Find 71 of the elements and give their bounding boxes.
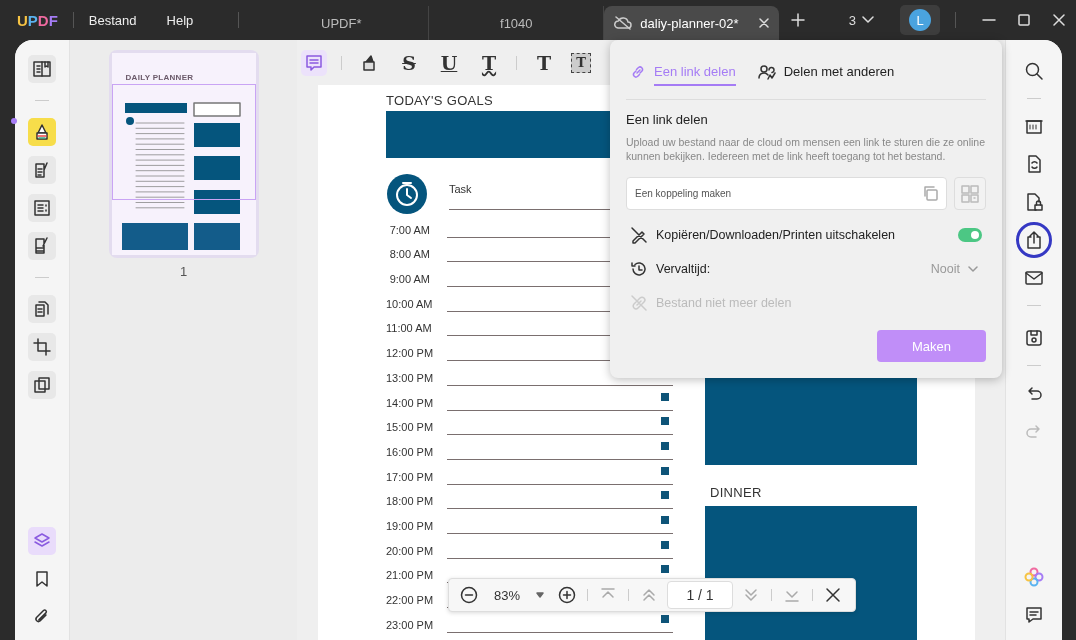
checkbox-square [661,540,669,549]
section-heading: DINNER [710,485,763,500]
zoom-in-icon[interactable] [558,586,576,604]
form-icon[interactable] [32,198,52,218]
crossed-pen-icon [630,226,648,244]
stacked-pages-icon[interactable] [32,375,52,395]
underline-tool[interactable]: U [436,49,462,76]
search-icon[interactable] [1024,61,1044,81]
avatar: L [909,9,931,31]
squiggly-underline-tool[interactable]: T [476,49,502,76]
unlink-icon [630,294,648,312]
toggle-switch[interactable] [958,228,982,242]
text-tool[interactable]: T [531,49,557,76]
page-number: 1 [179,264,188,279]
close-icon[interactable] [759,18,770,28]
chevron-down-icon [968,266,978,272]
checkbox-square [661,565,669,574]
zoom-out-icon[interactable] [460,586,478,604]
text-box-tool[interactable]: T [571,52,591,73]
save-icon[interactable] [1024,328,1044,348]
crop-icon[interactable] [32,337,52,357]
link-field[interactable]: Een koppeling maken [626,177,947,210]
close-icon[interactable] [1051,14,1066,26]
close-icon[interactable] [824,586,842,604]
chevron-down-icon[interactable] [862,16,874,24]
toolbar-button[interactable] [1016,222,1052,258]
lock-file-icon[interactable] [1024,192,1044,212]
checkbox-square [661,515,669,524]
document-tab[interactable]: daliy-planner-02* [604,6,780,40]
option-label: Vervaltijd: [656,262,712,276]
time-label: 8:00 AM [388,248,430,261]
checkbox-square [661,491,669,500]
cloud-off-icon [614,16,633,30]
copy-pages-icon[interactable] [32,299,52,319]
share-icon[interactable] [1024,230,1044,250]
active-indicator-dot [11,118,17,124]
menu-item[interactable]: Help [166,12,194,28]
time-label: 10:00 AM [386,297,430,310]
time-label: 7:00 AM [388,223,430,236]
time-label: 11:00 AM [386,322,430,335]
qr-code-icon [960,183,980,204]
page-thumbnail[interactable]: DAILY PLANNER [108,50,259,258]
zoom-level[interactable]: 83% [479,587,535,603]
description-text: Upload uw bestand naar de cloud om mensen een link te sturen die ze online kunnen bekijken. Iedereen met de link heeft toegang tot het bestand. [626,135,986,163]
time-label: 9:00 AM [388,273,430,286]
checkbox-square [661,441,669,450]
menu-item[interactable]: Bestand [88,12,137,28]
option-label: Kopiëren/Downloaden/Printen uitschakelen [656,228,897,242]
flower-logo-icon[interactable] [1024,567,1044,587]
mail-icon[interactable] [1024,268,1044,288]
page-field[interactable]: 1 / 1 [667,581,733,609]
thumbnail-title: DAILY PLANNER [125,73,195,82]
people-icon [757,64,776,80]
clock-icon [386,173,428,215]
checkbox-square [661,614,669,623]
history-icon [630,260,648,278]
tab-count[interactable]: 3 [848,12,856,28]
checkbox-square [661,392,669,401]
checkbox-square [661,417,669,426]
dropdown-caret-icon[interactable] [535,591,545,599]
popup-heading: Een link delen [626,112,709,127]
chat-icon[interactable] [1024,605,1044,625]
section-heading: TODAY'S GOALS [386,93,495,108]
reader-icon[interactable] [32,59,52,79]
maximize-icon[interactable] [1016,14,1031,26]
add-tab-icon[interactable] [791,13,806,27]
strikethrough-tool[interactable]: S [396,49,422,76]
comment-icon[interactable] [304,52,324,73]
popup-tab[interactable]: Delen met anderen [753,58,895,86]
link-icon [630,64,646,80]
checkbox-square [661,466,669,475]
